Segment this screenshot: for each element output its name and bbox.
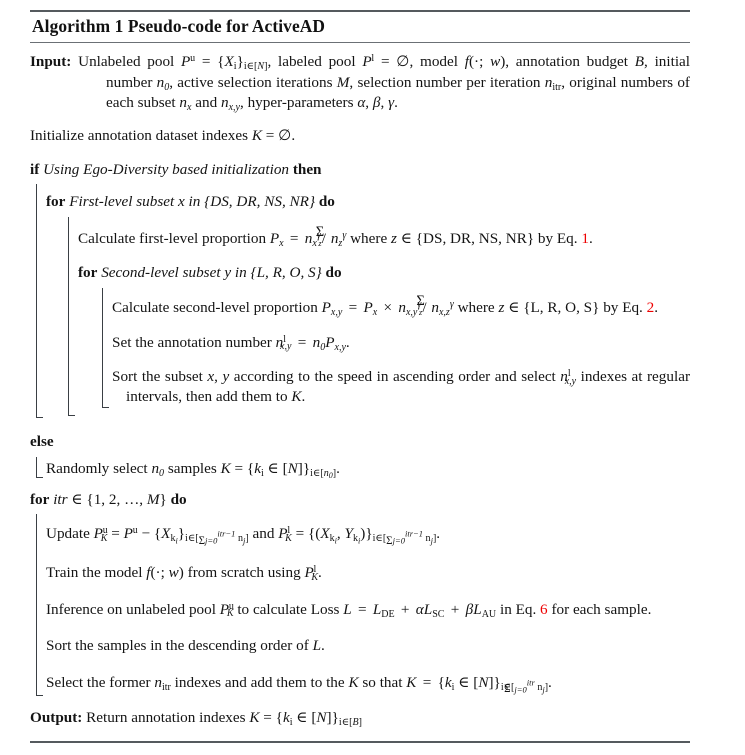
bottom-rule [30,740,690,743]
for3-line: for itr ∈ {1, 2, …, M} do [30,490,187,508]
for1-do-keyword: do [318,193,335,211]
if-body-block: for First-level subset x in {DS, DR, NS,… [30,184,690,423]
for2-condition: Second-level subset y in {L, R, O, S} [101,264,322,282]
update-pools-line: Update PuK = Pu − {Xki}i∈[Σj=0itr−1 nj] … [46,525,441,548]
algorithm-box: Algorithm 1 Pseudo-code for ActiveAD Inp… [30,10,690,743]
input-line: Input: Unlabeled pool Pu = {Xi}i∈[N], la… [30,48,690,117]
for2-line: for Second-level subset y in {L, R, O, S… [78,253,690,288]
output-line: Output: Return annotation indexes K = {k… [30,708,362,728]
calc-second-level-line: Calculate second-level proportion Px,y =… [112,292,659,318]
select-former-line: Select the former nitr indexes and add t… [46,673,552,696]
for1-body-block: Calculate first-level proportion Px = nx… [30,216,691,421]
for3-body-block: Update PuK = Pu − {Xki}i∈[Σj=0itr−1 nj] … [30,514,690,700]
then-keyword: then [292,160,322,178]
else-line: else [30,423,690,457]
input-content: Unlabeled pool Pu = {Xi}i∈[N], labeled p… [78,53,691,113]
for2-keyword: for [78,264,98,282]
random-select-line: Randomly select n0 samples K = {ki ∈ [N]… [46,459,340,480]
for2-block-spacer [30,413,690,421]
if-line: if Using Ego-Diversity based initializat… [30,151,690,185]
if-condition: Using Ego-Diversity based initialization [43,160,290,178]
set-annotation-number-line: Set the annotation number nlx,y = n0Px,y… [112,333,350,353]
input-label: Input: [30,53,72,71]
else-body-block: Randomly select n0 samples K = {ki ∈ [N]… [30,456,690,483]
indent-guide-main-loop [35,514,43,697]
eq-ref-6[interactable]: 6 [540,601,548,618]
indent-guide-else [35,456,43,478]
sort-samples-line: Sort the samples in the descending order… [46,637,325,655]
initialize-line: Initialize annotation dataset indexes K … [30,127,296,145]
for3-do-keyword: do [170,490,187,508]
eq-ref-2[interactable]: 2 [647,299,655,316]
for3-keyword: for [30,490,50,508]
for2-body-block: Calculate second-level proportion Px,y =… [30,287,691,413]
indent-guide-level3 [101,287,109,409]
train-model-line: Train the model f(·; w) from scratch usi… [46,563,322,583]
if-keyword: if [30,160,40,178]
eq-ref-1[interactable]: 1 [581,230,589,247]
for1-keyword: for [46,193,66,211]
sort-subset-line: Sort the subset x, y according to the sp… [112,367,691,406]
calc-first-level-line: Calculate first-level proportion Px = nx… [78,223,593,249]
output-label: Output: [30,708,83,726]
algorithm-title: Algorithm 1 Pseudo-code for ActiveAD [32,16,326,36]
for1-condition: First-level subset x in {DS, DR, NS, NR} [69,193,316,211]
else-keyword: else [30,433,54,451]
algorithm-body: Input: Unlabeled pool Pu = {Xi}i∈[N], la… [30,43,690,737]
for2-do-keyword: do [325,264,342,282]
for1-line: for First-level subset x in {DS, DR, NS,… [46,184,690,217]
inference-line: Inference on unlabeled pool PuK to calcu… [46,600,652,620]
